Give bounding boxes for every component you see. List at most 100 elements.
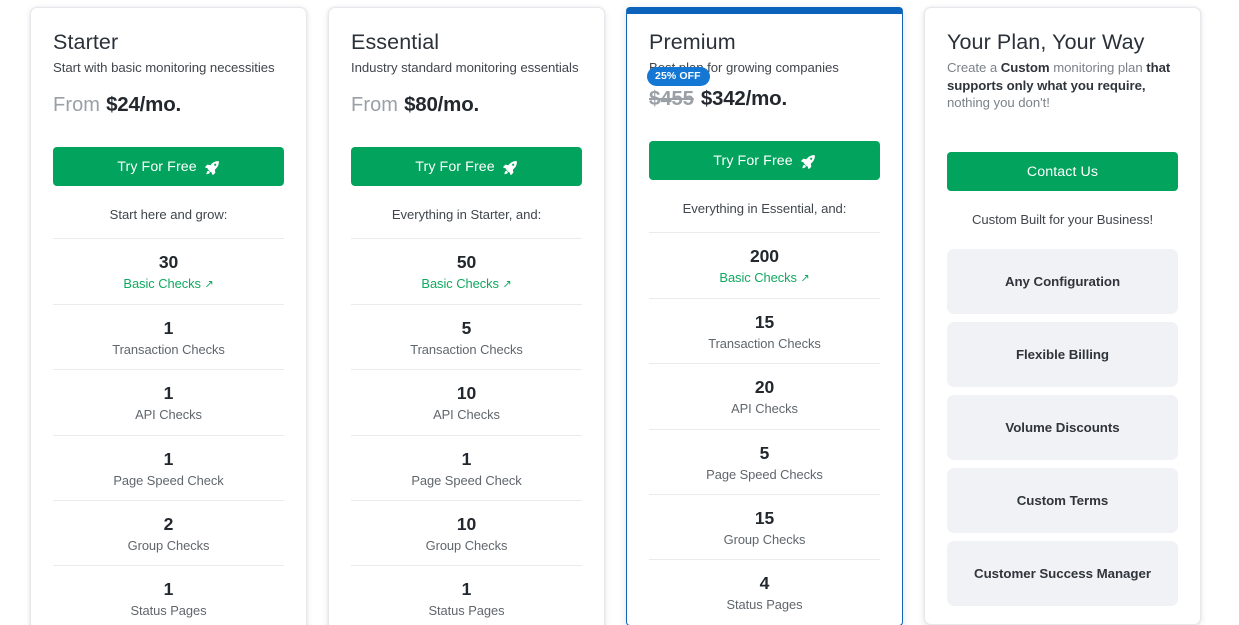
feature-row: 1 API Checks bbox=[53, 369, 284, 434]
price-block: From $80/mo. bbox=[351, 93, 582, 127]
feature-value: 1 bbox=[163, 448, 174, 469]
try-for-free-button[interactable]: Try For Free bbox=[53, 147, 284, 187]
feature-label: Status Pages bbox=[351, 602, 582, 619]
try-for-free-button[interactable]: Try For Free bbox=[649, 141, 880, 181]
feature-label-text: API Checks bbox=[731, 401, 798, 417]
feature-label: Group Checks bbox=[351, 537, 582, 554]
custom-feature-pill[interactable]: Customer Success Manager bbox=[947, 541, 1178, 607]
feature-row: 20 API Checks bbox=[649, 363, 880, 428]
feature-value: 1 bbox=[461, 579, 472, 600]
feature-label-text: Transaction Checks bbox=[708, 335, 821, 351]
feature-label-text: Basic Checks bbox=[719, 270, 797, 286]
discount-badge: 25% OFF bbox=[647, 67, 710, 86]
feature-label: API Checks bbox=[351, 406, 582, 423]
feature-row: 1 Status Pages bbox=[351, 565, 582, 625]
feature-label: Page Speed Check bbox=[53, 472, 284, 489]
feature-label[interactable]: Basic Checks ↗ bbox=[351, 275, 582, 293]
price-amount: $80/mo. bbox=[404, 93, 480, 117]
feature-label: Transaction Checks bbox=[351, 341, 582, 358]
feature-label: Page Speed Checks bbox=[649, 466, 880, 483]
plan-sub-note: Start here and grow: bbox=[109, 207, 228, 223]
feature-value: 15 bbox=[754, 312, 775, 333]
feature-label-text: Status Pages bbox=[130, 603, 207, 619]
feature-row: 10 API Checks bbox=[351, 369, 582, 434]
feature-value: 1 bbox=[163, 579, 174, 600]
custom-feature-pill[interactable]: Any Configuration bbox=[947, 249, 1178, 315]
feature-row: 15 Group Checks bbox=[649, 493, 880, 559]
original-price: $455 bbox=[649, 87, 694, 111]
feature-list: 200 Basic Checks ↗ 15 Transaction Checks 20 A… bbox=[649, 232, 880, 624]
feature-label-text: Basic Checks bbox=[123, 276, 201, 292]
feature-row: 30 Basic Checks ↗ bbox=[53, 238, 284, 304]
feature-row: 50 Basic Checks ↗ bbox=[351, 238, 582, 304]
cta-label: Try For Free bbox=[713, 152, 793, 169]
feature-value: 5 bbox=[759, 442, 770, 463]
feature-value: 1 bbox=[461, 448, 472, 469]
cta-label: Try For Free bbox=[415, 158, 495, 175]
cta-label: Contact Us bbox=[1026, 163, 1099, 180]
contact-us-button[interactable]: Contact Us bbox=[947, 152, 1178, 192]
feature-value: 200 bbox=[750, 246, 779, 267]
feature-value: 5 bbox=[461, 318, 472, 339]
rocket-icon bbox=[800, 154, 816, 170]
feature-row: 5 Transaction Checks bbox=[351, 304, 582, 369]
feature-row: 2 Group Checks bbox=[53, 499, 284, 565]
feature-label-text: Group Checks bbox=[425, 537, 508, 553]
feature-row: 15 Transaction Checks bbox=[649, 298, 880, 363]
rocket-icon bbox=[204, 160, 220, 176]
feature-label-text: Group Checks bbox=[127, 537, 210, 553]
feature-value: 1 bbox=[163, 383, 174, 404]
feature-label-text: API Checks bbox=[433, 407, 500, 423]
try-for-free-button[interactable]: Try For Free bbox=[351, 147, 582, 187]
plan-tagline: Start with basic monitoring necessities bbox=[53, 59, 275, 75]
custom-feature-pill[interactable]: Volume Discounts bbox=[947, 395, 1178, 461]
feature-label: Page Speed Check bbox=[351, 472, 582, 489]
feature-row: 10 Group Checks bbox=[351, 499, 582, 565]
pricing-plans-grid: Starter Start with basic monitoring neces… bbox=[0, 0, 1239, 625]
feature-label-text: Page Speed Checks bbox=[706, 466, 823, 482]
feature-label-text: Page Speed Check bbox=[113, 472, 224, 488]
feature-label[interactable]: Basic Checks ↗ bbox=[649, 269, 880, 287]
feature-row: 1 Status Pages bbox=[53, 565, 284, 625]
feature-row: 1 Page Speed Check bbox=[351, 434, 582, 500]
tagline-segment: monitoring plan bbox=[1049, 59, 1147, 75]
external-link-arrow-icon: ↗ bbox=[502, 278, 512, 291]
pricing-card-premium: Premium Best plan for growing companies 25… bbox=[626, 7, 903, 625]
price-amount: $342/mo. bbox=[700, 87, 787, 111]
price-prefix: From bbox=[351, 94, 399, 117]
plan-tagline: Industry standard monitoring essentials bbox=[351, 59, 579, 75]
feature-label: Group Checks bbox=[649, 531, 880, 548]
custom-feature-list: Any Configuration Flexible Billing Volume … bbox=[947, 249, 1178, 607]
feature-label: Group Checks bbox=[53, 537, 284, 554]
feature-list: 50 Basic Checks ↗ 5 Transaction Checks 10 API… bbox=[351, 238, 582, 625]
feature-label-text: Page Speed Check bbox=[411, 472, 522, 488]
price-prefix: From bbox=[53, 94, 101, 117]
price-amount: $24/mo. bbox=[106, 93, 182, 117]
custom-plan-tagline: Create a Custom monitoring plan that sup… bbox=[947, 59, 1178, 112]
cta-label: Try For Free bbox=[117, 158, 197, 175]
plan-sub-note: Everything in Starter, and: bbox=[391, 207, 542, 223]
custom-feature-pill[interactable]: Custom Terms bbox=[947, 468, 1178, 534]
tagline-segment: nothing you don't! bbox=[947, 95, 1050, 111]
external-link-arrow-icon: ↗ bbox=[800, 272, 810, 285]
pricing-card-starter: Starter Start with basic monitoring neces… bbox=[30, 7, 307, 625]
price-block: From $24/mo. bbox=[53, 93, 284, 127]
custom-feature-pill[interactable]: Flexible Billing bbox=[947, 322, 1178, 388]
feature-label-text: Transaction Checks bbox=[112, 341, 225, 357]
feature-value: 1 bbox=[163, 318, 174, 339]
feature-value: 15 bbox=[754, 507, 775, 528]
feature-label: Status Pages bbox=[53, 602, 284, 619]
external-link-arrow-icon: ↗ bbox=[204, 278, 214, 291]
feature-label[interactable]: Basic Checks ↗ bbox=[53, 275, 284, 293]
plan-sub-note: Everything in Essential, and: bbox=[682, 201, 847, 217]
feature-label: Transaction Checks bbox=[649, 335, 880, 352]
feature-row: 1 Page Speed Check bbox=[53, 434, 284, 500]
feature-row: 200 Basic Checks ↗ bbox=[649, 232, 880, 298]
feature-row: 4 Status Pages bbox=[649, 559, 880, 624]
feature-label-text: Status Pages bbox=[726, 597, 803, 613]
feature-label-text: Transaction Checks bbox=[410, 341, 523, 357]
tagline-segment: Create a bbox=[947, 59, 1001, 75]
plan-name: Essential bbox=[351, 30, 440, 54]
feature-value: 50 bbox=[456, 252, 477, 273]
feature-value: 2 bbox=[163, 513, 174, 534]
